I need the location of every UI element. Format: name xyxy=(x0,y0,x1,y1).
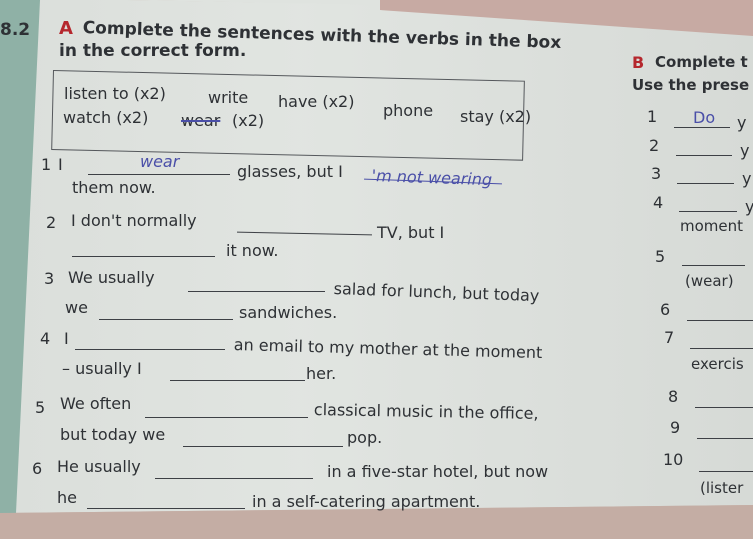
continuation-text: exercis xyxy=(691,355,744,373)
item-trailing-text: y xyxy=(745,197,753,216)
answer-blank[interactable] xyxy=(699,471,753,472)
item-number: 8 xyxy=(668,387,679,406)
continuation-text: moment xyxy=(680,217,744,235)
continuation-text: (lister xyxy=(700,479,744,497)
item-number: 3 xyxy=(651,164,662,183)
answer-blank[interactable] xyxy=(677,183,734,184)
answer-blank[interactable] xyxy=(676,155,732,156)
item-trailing-text: y xyxy=(740,141,750,160)
answer-blank[interactable] xyxy=(697,438,753,439)
answer-blank[interactable] xyxy=(682,265,745,266)
continuation-text: (wear) xyxy=(685,272,734,290)
item-number: 2 xyxy=(649,136,660,155)
item-number: 5 xyxy=(655,247,666,266)
exercise-b-letter: B xyxy=(632,53,645,72)
item-trailing-text: y xyxy=(737,113,747,132)
answer-blank[interactable] xyxy=(674,127,730,128)
item-number: 4 xyxy=(653,193,664,212)
item-number: 10 xyxy=(663,450,684,469)
item-number: 6 xyxy=(660,300,671,319)
answer-blank[interactable] xyxy=(687,320,753,321)
exercise-b: B Complete t Use the prese 1 Do y 2 y 3 … xyxy=(0,0,753,539)
exercise-b-instruction-line1: Complete t xyxy=(655,53,748,71)
item-number: 9 xyxy=(670,418,681,437)
answer-blank[interactable] xyxy=(695,407,753,408)
item-trailing-text: y xyxy=(742,169,752,188)
handwritten-answer: Do xyxy=(693,108,716,127)
item-number: 7 xyxy=(664,328,675,347)
answer-blank[interactable] xyxy=(690,348,753,349)
item-number: 1 xyxy=(647,107,658,126)
answer-blank[interactable] xyxy=(679,211,737,212)
exercise-b-instruction-line2: Use the prese xyxy=(632,76,750,94)
